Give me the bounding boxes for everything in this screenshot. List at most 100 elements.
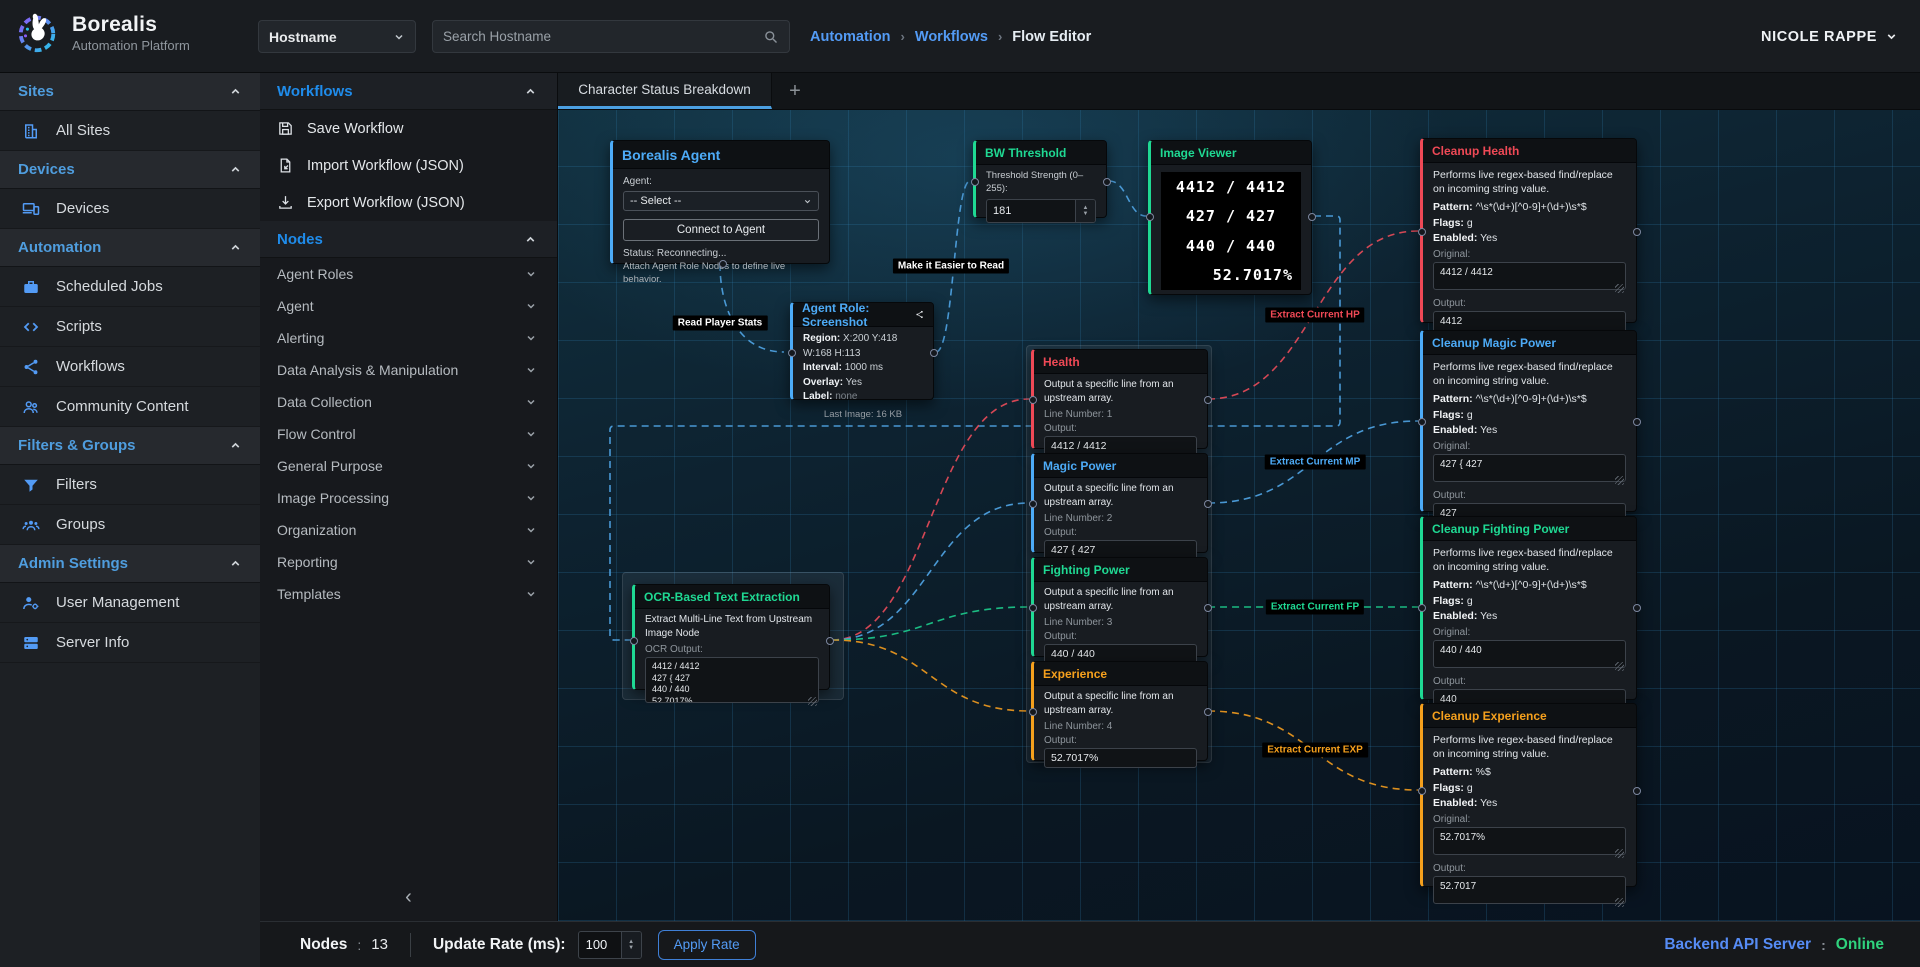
sidebar-section-sites[interactable]: Sites [0, 73, 260, 111]
stepper-buttons[interactable]: ▲▼ [1075, 200, 1095, 222]
sidebar-section-devices[interactable]: Devices [0, 151, 260, 189]
add-tab-button[interactable]: + [772, 73, 818, 109]
node-borealis-agent[interactable]: Borealis Agent Agent: -- Select -- Conne… [610, 140, 830, 264]
output-handle[interactable] [1204, 500, 1212, 508]
export-workflow-button[interactable]: Export Workflow (JSON) [260, 184, 557, 221]
node-cleanup-experience[interactable]: Cleanup Experience Performs live regex-b… [1420, 703, 1637, 887]
input-handle[interactable] [1418, 228, 1426, 236]
threshold-value-input[interactable] [987, 200, 1075, 222]
input-handle[interactable] [1418, 604, 1426, 612]
node-category-flow-control[interactable]: Flow Control [260, 418, 557, 450]
output-handle[interactable] [1633, 604, 1641, 612]
stepper-buttons[interactable]: ▲▼ [621, 932, 641, 958]
node-category-agent[interactable]: Agent [260, 290, 557, 322]
node-agent-role-screenshot[interactable]: Agent Role: Screenshot Region: X:200 Y:4… [790, 302, 934, 400]
input-handle[interactable] [788, 349, 796, 357]
node-category-data-analysis[interactable]: Data Analysis & Manipulation [260, 354, 557, 386]
flow-canvas[interactable]: Borealis Agent Agent: -- Select -- Conne… [558, 110, 1920, 921]
ocr-output-textarea[interactable]: 4412 / 4412 427 { 427 440 / 440 52.7017% [645, 657, 819, 703]
original-textarea[interactable]: 4412 / 4412 [1433, 262, 1626, 290]
panel-collapse-button[interactable]: ‹ [260, 887, 557, 907]
edge-label-extract-current-hp[interactable]: Extract Current HP [1265, 308, 1364, 323]
search-input[interactable] [443, 29, 762, 44]
resize-handle[interactable] [1615, 476, 1624, 485]
sidebar-item-filters[interactable]: Filters [0, 465, 260, 505]
original-textarea[interactable]: 427 { 427 [1433, 454, 1626, 482]
hostname-select[interactable]: Hostname [258, 20, 416, 53]
edge-label-extract-current-fp[interactable]: Extract Current FP [1266, 600, 1364, 615]
node-cleanup-fighting-power[interactable]: Cleanup Fighting Power Performs live reg… [1420, 516, 1637, 700]
output-handle[interactable] [719, 260, 727, 268]
output-handle[interactable] [1204, 708, 1212, 716]
node-category-alerting[interactable]: Alerting [260, 322, 557, 354]
input-handle[interactable] [1418, 787, 1426, 795]
node-ocr-text-extraction[interactable]: OCR-Based Text Extraction Extract Multi-… [632, 584, 830, 690]
sidebar-section-automation[interactable]: Automation [0, 229, 260, 267]
node-experience[interactable]: Experience Output a specific line from a… [1031, 661, 1208, 761]
input-handle[interactable] [1029, 604, 1037, 612]
node-category-organization[interactable]: Organization [260, 514, 557, 546]
output-handle[interactable] [930, 349, 938, 357]
original-textarea[interactable]: 440 / 440 [1433, 640, 1626, 668]
connect-to-agent-button[interactable]: Connect to Agent [623, 219, 819, 241]
node-cleanup-health[interactable]: Cleanup Health Performs live regex-based… [1420, 138, 1637, 323]
update-rate-input[interactable] [579, 932, 621, 958]
resize-handle[interactable] [1615, 849, 1624, 858]
edge-label-read-player-stats[interactable]: Read Player Stats [673, 316, 768, 331]
agent-select[interactable]: -- Select -- [623, 191, 819, 211]
panel-section-nodes[interactable]: Nodes [260, 221, 557, 258]
output-handle[interactable] [1204, 604, 1212, 612]
sidebar-section-admin-settings[interactable]: Admin Settings [0, 545, 260, 583]
node-category-reporting[interactable]: Reporting [260, 546, 557, 578]
output-handle[interactable] [826, 637, 834, 645]
input-handle[interactable] [1029, 396, 1037, 404]
edge-label-extract-current-exp[interactable]: Extract Current EXP [1262, 743, 1368, 758]
node-category-general-purpose[interactable]: General Purpose [260, 450, 557, 482]
output-textarea[interactable]: 52.7017 [1433, 876, 1626, 904]
import-workflow-button[interactable]: Import Workflow (JSON) [260, 147, 557, 184]
output-handle[interactable] [1633, 787, 1641, 795]
input-handle[interactable] [1418, 418, 1426, 426]
apply-rate-button[interactable]: Apply Rate [658, 930, 756, 960]
node-magic-power[interactable]: Magic Power Output a specific line from … [1031, 453, 1208, 553]
input-handle[interactable] [1029, 708, 1037, 716]
input-handle[interactable] [1146, 213, 1154, 221]
output-handle[interactable] [1308, 213, 1316, 221]
panel-section-workflows[interactable]: Workflows [260, 73, 557, 110]
output-value-input[interactable] [1044, 748, 1197, 768]
node-category-templates[interactable]: Templates [260, 578, 557, 610]
output-handle[interactable] [1103, 178, 1111, 186]
share-icon[interactable] [915, 309, 924, 320]
resize-handle[interactable] [1615, 284, 1624, 293]
sidebar-section-filters-groups[interactable]: Filters & Groups [0, 427, 260, 465]
node-cleanup-magic-power[interactable]: Cleanup Magic Power Performs live regex-… [1420, 330, 1637, 512]
input-handle[interactable] [630, 637, 638, 645]
resize-handle[interactable] [1615, 898, 1624, 907]
node-fighting-power[interactable]: Fighting Power Output a specific line fr… [1031, 557, 1208, 657]
output-handle[interactable] [1204, 396, 1212, 404]
sidebar-item-groups[interactable]: Groups [0, 505, 260, 545]
sidebar-item-user-management[interactable]: User Management [0, 583, 260, 623]
user-menu[interactable]: NICOLE RAPPE [1761, 0, 1898, 73]
sidebar-item-scripts[interactable]: Scripts [0, 307, 260, 347]
breadcrumb-automation[interactable]: Automation [810, 29, 891, 45]
node-category-agent-roles[interactable]: Agent Roles [260, 258, 557, 290]
tab-character-status-breakdown[interactable]: Character Status Breakdown [558, 73, 772, 109]
sidebar-item-scheduled-jobs[interactable]: Scheduled Jobs [0, 267, 260, 307]
sidebar-item-devices[interactable]: Devices [0, 189, 260, 229]
save-workflow-button[interactable]: Save Workflow [260, 110, 557, 147]
sidebar-item-server-info[interactable]: Server Info [0, 623, 260, 663]
node-bw-threshold[interactable]: BW Threshold Threshold Strength (0–255):… [973, 140, 1107, 218]
node-health[interactable]: Health Output a specific line from an up… [1031, 349, 1208, 449]
sidebar-item-community-content[interactable]: Community Content [0, 387, 260, 427]
node-category-data-collection[interactable]: Data Collection [260, 386, 557, 418]
output-handle[interactable] [1633, 418, 1641, 426]
edge-label-extract-current-mp[interactable]: Extract Current MP [1265, 455, 1366, 470]
input-handle[interactable] [1029, 500, 1037, 508]
sidebar-item-workflows[interactable]: Workflows [0, 347, 260, 387]
resize-handle[interactable] [808, 697, 817, 706]
sidebar-item-all-sites[interactable]: All Sites [0, 111, 260, 151]
node-category-image-processing[interactable]: Image Processing [260, 482, 557, 514]
node-image-viewer[interactable]: Image Viewer 4412 / 4412 427 / 427 440 /… [1148, 140, 1312, 295]
resize-handle[interactable] [1615, 662, 1624, 671]
